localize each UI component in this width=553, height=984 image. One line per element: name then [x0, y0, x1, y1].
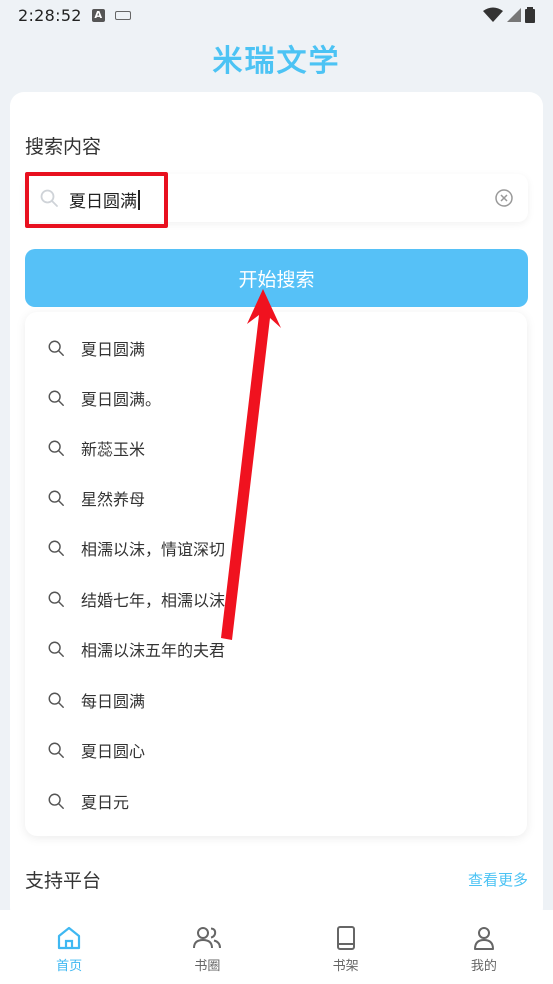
suggestion-item[interactable]: 每日圆满: [25, 675, 527, 725]
tab-bookshelf[interactable]: 书架: [277, 910, 415, 984]
bottom-tab-bar: 首页 书圈 书架 我的: [0, 910, 553, 984]
suggestion-item[interactable]: 夏日圆满。: [25, 373, 527, 423]
text-caret: [138, 190, 140, 210]
users-icon: [193, 927, 222, 949]
suggestion-text: 相濡以沫，情谊深切: [81, 540, 226, 559]
suggestion-text: 夏日圆心: [81, 742, 146, 761]
app-title: 米瑞文学: [212, 44, 341, 79]
search-input[interactable]: 夏日圆满: [69, 187, 140, 212]
suggestion-item[interactable]: 结婚七年，相濡以沫: [25, 574, 527, 624]
suggestion-item[interactable]: 星然养母: [25, 473, 527, 523]
tab-label: 书圈: [194, 959, 221, 974]
suggestion-text: 结婚七年，相濡以沫: [81, 591, 226, 610]
tab-label: 我的: [470, 959, 497, 974]
signal-icon: [507, 8, 521, 22]
search-icon: [48, 340, 64, 356]
search-icon: [48, 692, 64, 708]
search-icon: [48, 490, 64, 506]
tab-mine[interactable]: 我的: [415, 910, 553, 984]
platform-section-title: 支持平台: [25, 870, 102, 892]
clear-icon[interactable]: [494, 188, 514, 208]
status-bar: 2:28:52 A: [0, 0, 553, 30]
notification-a-icon: A: [91, 8, 105, 22]
suggestion-item[interactable]: 夏日元: [25, 776, 527, 826]
search-icon: [48, 540, 64, 556]
suggestion-item[interactable]: 夏日圆心: [25, 725, 527, 775]
view-more-link[interactable]: 查看更多: [468, 869, 528, 890]
search-icon: [48, 641, 64, 657]
search-icon: [40, 189, 58, 207]
suggestion-item[interactable]: 夏日圆满: [25, 323, 527, 373]
search-label: 搜索内容: [25, 136, 102, 158]
tab-home[interactable]: 首页: [0, 910, 138, 984]
start-search-button[interactable]: 开始搜索: [25, 249, 528, 307]
suggestion-item[interactable]: 相濡以沫五年的夫君: [25, 624, 527, 674]
suggestion-text: 相濡以沫五年的夫君: [81, 641, 226, 660]
search-icon: [48, 591, 64, 607]
suggestion-text: 夏日圆满。: [81, 390, 162, 409]
search-icon: [48, 390, 64, 406]
person-icon: [473, 927, 494, 950]
suggestion-item[interactable]: 新蕊玉米: [25, 423, 527, 473]
suggestion-text: 星然养母: [81, 490, 146, 509]
search-field[interactable]: 夏日圆满: [25, 174, 528, 222]
wifi-icon: [483, 7, 503, 22]
tab-book-circle[interactable]: 书圈: [138, 910, 276, 984]
suggestion-text: 每日圆满: [81, 692, 146, 711]
book-icon: [336, 926, 355, 950]
keyboard-icon: [114, 10, 131, 20]
suggestion-panel: 夏日圆满 夏日圆满。 新蕊玉米 星然养母 相濡以沫，情谊深切 结婚七年，相濡以沫…: [25, 312, 527, 836]
search-icon: [48, 742, 64, 758]
search-icon: [48, 440, 64, 456]
suggestion-text: 夏日圆满: [81, 340, 146, 359]
suggestion-item[interactable]: 相濡以沫，情谊深切: [25, 523, 527, 573]
suggestion-text: 新蕊玉米: [81, 440, 146, 459]
home-icon: [58, 926, 81, 950]
search-icon: [48, 793, 64, 809]
status-time: 2:28:52: [18, 5, 82, 25]
tab-label: 书架: [332, 959, 359, 974]
tab-label: 首页: [56, 959, 83, 974]
battery-icon: [525, 7, 535, 23]
suggestion-text: 夏日元: [81, 793, 130, 812]
